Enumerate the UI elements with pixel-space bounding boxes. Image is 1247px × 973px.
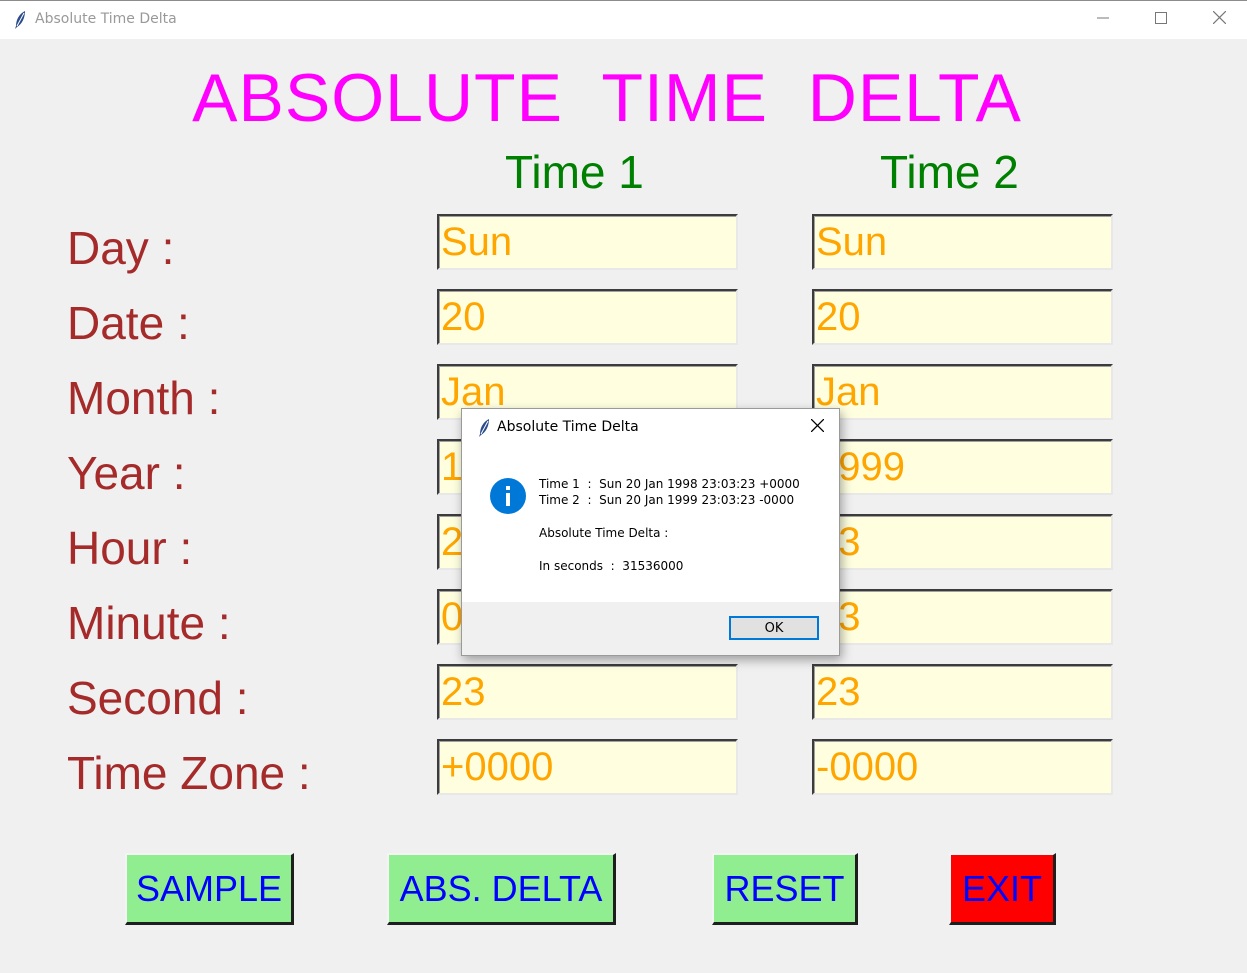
exit-button[interactable]: EXIT [949, 853, 1056, 925]
close-icon [810, 418, 824, 437]
feather-icon [10, 10, 30, 30]
time1-timezone-input[interactable] [437, 739, 738, 795]
window-title: Absolute Time Delta [35, 11, 177, 27]
app-heading: ABSOLUTE TIME DELTA [192, 60, 1022, 136]
year-label: Year : [67, 447, 186, 499]
time2-month-input[interactable] [812, 364, 1113, 420]
dialog-close-button[interactable] [802, 414, 832, 442]
dialog-time1-line: Time 1 : Sun 20 Jan 1998 23:03:23 +0000 [539, 477, 800, 491]
feather-icon [474, 418, 494, 438]
dialog-time2-line: Time 2 : Sun 20 Jan 1999 23:03:23 -0000 [539, 493, 795, 507]
time2-second-input[interactable] [812, 664, 1113, 720]
time1-second-input[interactable] [437, 664, 738, 720]
day-label: Day : [67, 222, 175, 274]
app-window: Absolute Time Delta ABSOLUTE TIME DELTA … [0, 0, 1247, 973]
second-label: Second : [67, 672, 249, 724]
hour-label: Hour : [67, 522, 193, 574]
time1-date-input[interactable] [437, 289, 738, 345]
dialog-footer: OK [462, 602, 839, 655]
time2-year-input[interactable] [812, 439, 1113, 495]
close-button[interactable] [1190, 1, 1247, 39]
minimize-icon [1097, 11, 1109, 29]
result-dialog: Absolute Time Delta Time 1 : Sun 20 Jan … [461, 408, 840, 656]
info-icon [489, 477, 527, 520]
minute-label: Minute : [67, 597, 231, 649]
time-zone-label: Time Zone : [67, 747, 311, 799]
dialog-title: Absolute Time Delta [497, 419, 639, 435]
time2-date-input[interactable] [812, 289, 1113, 345]
column-heading-time-1: Time 1 [505, 146, 644, 198]
ok-button[interactable]: OK [729, 616, 819, 640]
reset-button[interactable]: RESET [712, 853, 858, 925]
column-heading-time-2: Time 2 [880, 146, 1019, 198]
maximize-button[interactable] [1132, 1, 1190, 39]
maximize-icon [1155, 11, 1167, 29]
month-label: Month : [67, 372, 221, 424]
abs-delta-button[interactable]: ABS. DELTA [387, 853, 616, 925]
minimize-button[interactable] [1074, 1, 1132, 39]
sample-button[interactable]: SAMPLE [125, 853, 294, 925]
dialog-seconds-line: In seconds : 31536000 [539, 559, 684, 573]
time2-day-input[interactable] [812, 214, 1113, 270]
title-bar[interactable]: Absolute Time Delta [0, 1, 1247, 39]
close-icon [1212, 10, 1226, 29]
time2-timezone-input[interactable] [812, 739, 1113, 795]
time2-minute-input[interactable] [812, 589, 1113, 645]
dialog-delta-line: Absolute Time Delta : [539, 526, 669, 540]
date-label: Date : [67, 297, 190, 349]
time2-hour-input[interactable] [812, 514, 1113, 570]
time1-day-input[interactable] [437, 214, 738, 270]
